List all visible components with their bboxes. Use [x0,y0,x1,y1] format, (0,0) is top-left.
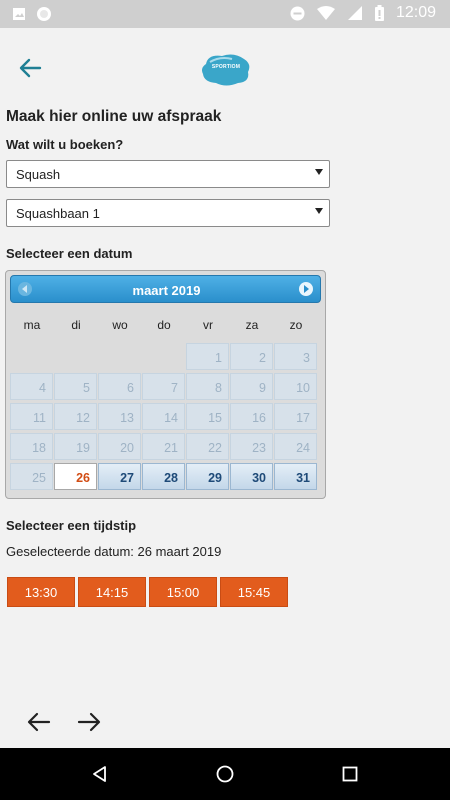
time-slot-button[interactable]: 14:15 [78,577,146,607]
system-recents-button[interactable] [340,764,360,784]
calendar-empty-cell [98,343,141,370]
weekday-header: ma [23,318,41,332]
dropdown-arrow-icon [315,208,323,214]
calendar-day[interactable]: 27 [98,463,141,490]
system-home-button[interactable] [215,764,235,784]
calendar-empty-cell [10,343,53,370]
battery-icon [374,5,384,21]
calendar-day[interactable]: 29 [186,463,229,490]
calendar-day-disabled: 2 [230,343,273,370]
calendar-empty-cell [54,343,97,370]
court-select[interactable]: Squashbaan 1 [6,199,330,227]
activity-select[interactable]: Squash [6,160,330,188]
calendar-day-disabled: 13 [98,403,141,430]
wifi-icon [316,5,335,20]
booking-label: Wat wilt u boeken? [6,137,124,152]
calendar-day-disabled: 5 [54,373,97,400]
calendar-day-disabled: 23 [230,433,273,460]
weekday-header: do [157,318,171,332]
weekday-header: zo [289,318,303,332]
calendar-day-disabled: 21 [142,433,185,460]
calendar-day-selected[interactable]: 26 [54,463,97,490]
circle-icon [37,7,51,21]
time-slot-button[interactable]: 13:30 [7,577,75,607]
calendar-day-disabled: 6 [98,373,141,400]
calendar-day-disabled: 16 [230,403,273,430]
system-back-button[interactable] [90,764,110,784]
calendar-day-disabled: 12 [54,403,97,430]
logo-text: SPORTIOM [211,64,241,70]
calendar-day-disabled: 9 [230,373,273,400]
date-label: Selecteer een datum [6,246,133,261]
calendar-day-disabled: 1 [186,343,229,370]
selected-date-text: Geselecteerde datum: 26 maart 2019 [6,544,222,559]
status-time: 12:09 [395,4,436,21]
back-button[interactable] [14,52,46,84]
circle-home-icon [216,765,234,783]
time-slot-button[interactable]: 15:45 [220,577,288,607]
calendar-day-disabled: 24 [274,433,317,460]
weekday-header: vr [203,318,213,332]
arrow-left-icon [27,712,51,732]
calendar-day-disabled: 10 [274,373,317,400]
calendar-day[interactable]: 28 [142,463,185,490]
square-recents-icon [342,766,358,782]
app-bar: SPORTIOM [0,28,450,106]
activity-select-value: Squash [16,167,61,182]
time-slot-button[interactable]: 15:00 [149,577,217,607]
dropdown-arrow-icon [315,169,323,175]
court-select-value: Squashbaan 1 [16,206,100,221]
weekday-header: di [71,318,81,332]
triangle-back-icon [93,766,106,782]
calendar-day[interactable]: 31 [274,463,317,490]
calendar-day-disabled: 8 [186,373,229,400]
calendar-month-title: maart 2019 [132,283,201,298]
calendar-day-disabled: 14 [142,403,185,430]
calendar-header: maart 2019 [10,275,321,303]
previous-step-button[interactable] [25,708,53,736]
weekday-header: wo [112,318,128,332]
calendar-day-disabled: 3 [274,343,317,370]
calendar-empty-cell [142,343,185,370]
date-picker: maart 2019 ma di wo do vr za zo 1 2 3 4 5 6 7 8 9 10 11 12… [5,270,326,499]
time-label: Selecteer een tijdstip [6,518,137,533]
calendar-day-disabled: 25 [10,463,53,490]
calendar-day-disabled: 15 [186,403,229,430]
calendar-day-disabled: 4 [10,373,53,400]
calendar-day-disabled: 18 [10,433,53,460]
calendar-day-disabled: 17 [274,403,317,430]
calendar-day-disabled: 7 [142,373,185,400]
sportiom-logo: SPORTIOM [200,50,252,90]
weekday-header: za [245,318,259,332]
arrow-right-icon [77,712,101,732]
next-step-button[interactable] [75,708,103,736]
calendar-day-disabled: 22 [186,433,229,460]
do-not-disturb-icon [290,6,305,20]
signal-icon [347,6,362,20]
calendar-day-disabled: 11 [10,403,53,430]
calendar-day-disabled: 20 [98,433,141,460]
status-bar: 12:09 [0,0,450,28]
page-title: Maak hier online uw afspraak [6,108,222,125]
system-nav-bar [0,748,450,800]
calendar-day-disabled: 19 [54,433,97,460]
calendar-day[interactable]: 30 [230,463,273,490]
next-month-button[interactable] [299,282,313,296]
image-icon [13,8,25,20]
arrow-left-icon [19,58,42,78]
